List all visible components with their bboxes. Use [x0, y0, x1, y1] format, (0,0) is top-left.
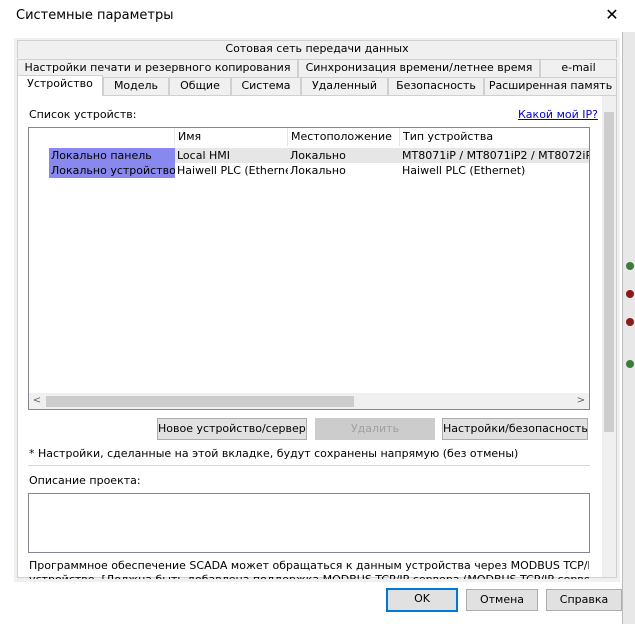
column-header-name[interactable]: Имя [175, 128, 288, 146]
new-device-button[interactable]: Новое устройство/сервер... [157, 418, 307, 440]
dialog-title: Системные параметры [16, 8, 174, 23]
device-location-cell: Локально [290, 164, 346, 177]
status-indicator-icon [626, 318, 634, 326]
cancel-button[interactable]: Отмена [466, 589, 538, 611]
scada-info-text: Программное обеспечение SCADA может обра… [29, 559, 589, 572]
tab-device[interactable]: Устройство [17, 75, 103, 96]
background-window-edge [622, 0, 635, 624]
settings-security-button[interactable]: Настройки/безопасность... [442, 418, 588, 440]
close-icon[interactable]: ✕ [600, 4, 624, 26]
tab-cellular[interactable]: Сотовая сеть передачи данных [17, 40, 617, 58]
scada-info-text-2: устройстве. [Должна быть добавлена подде… [29, 573, 589, 579]
device-list-label: Список устройств: [29, 108, 137, 121]
tab-email[interactable]: e-mail [540, 59, 617, 77]
tab-time-sync[interactable]: Синхронизация времени/летнее время [298, 59, 540, 77]
scroll-left-icon[interactable]: < [29, 393, 45, 409]
device-hmi-cell: Local HMI [177, 149, 231, 162]
settings-note: * Настройки, сделанные на этой вкладке, … [29, 447, 519, 460]
device-name-cell: Локально панель [49, 148, 175, 163]
device-list[interactable]: Имя Местоположение Тип устройства Локаль… [28, 127, 590, 410]
device-hmi-cell: Haiwell PLC (Ethernet) [177, 164, 288, 177]
project-description-field[interactable] [28, 493, 590, 553]
help-button[interactable]: Справка [546, 589, 622, 611]
column-header-blank [29, 128, 175, 146]
device-name-cell: Локально устройство 4 [49, 163, 175, 178]
column-header-type[interactable]: Тип устройства [400, 128, 589, 146]
status-indicator-icon [626, 262, 634, 270]
ok-button[interactable]: OK [386, 588, 458, 612]
status-indicator-icon [626, 290, 634, 298]
scrollbar-thumb[interactable] [46, 396, 354, 407]
tab-system[interactable]: Система [231, 77, 301, 95]
tab-model[interactable]: Модель [103, 77, 169, 95]
tab-remote[interactable]: Удаленный [301, 77, 388, 95]
tab-security[interactable]: Безопасность [388, 77, 484, 95]
delete-button[interactable]: Удалить [315, 418, 435, 440]
what-is-my-ip-link[interactable]: Какой мой IP? [518, 108, 598, 121]
column-header-location[interactable]: Местоположение [288, 128, 400, 146]
status-indicator-icon [626, 360, 634, 368]
device-type-cell: MT8071iP / MT8071iP2 / MT8072iP (800 x 4… [402, 149, 589, 162]
tab-extended-memory[interactable]: Расширенная память [484, 77, 617, 95]
scroll-right-icon[interactable]: > [573, 393, 589, 409]
device-location-cell: Локально [290, 149, 346, 162]
divider [28, 465, 590, 466]
project-description-label: Описание проекта: [29, 474, 141, 487]
device-type-cell: Haiwell PLC (Ethernet) [402, 164, 526, 177]
tab-general[interactable]: Общие [169, 77, 231, 95]
scrollbar-thumb[interactable] [604, 112, 614, 432]
